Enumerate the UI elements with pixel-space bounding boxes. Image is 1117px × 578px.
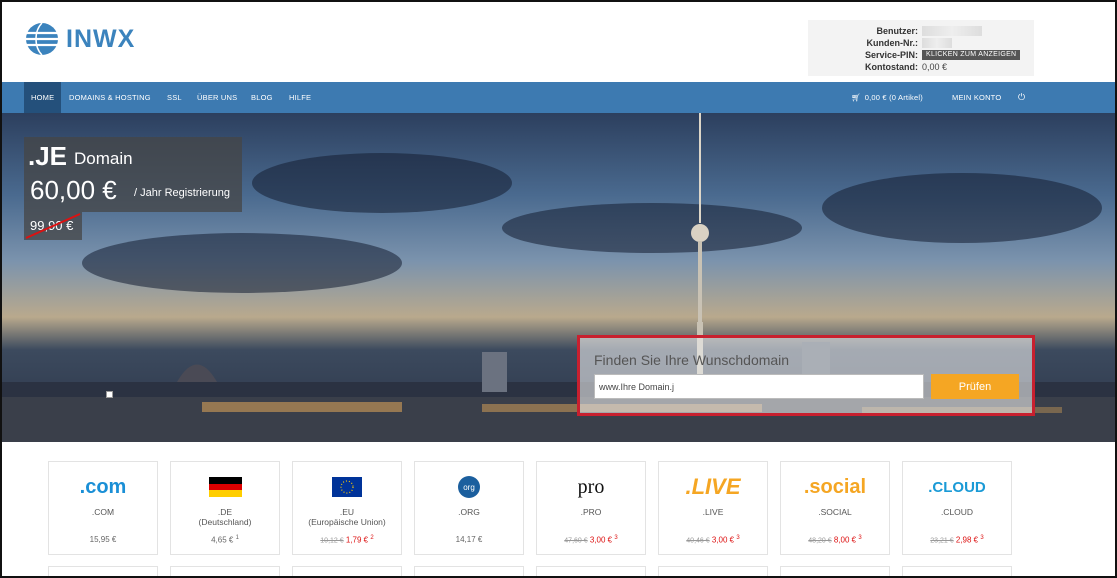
promo-period: / Jahr Registrierung — [134, 187, 230, 199]
tld-name: .LIVE — [702, 507, 724, 517]
footnote: 3 — [858, 535, 862, 541]
tld-card-live[interactable]: .LIVE .LIVE 40,46 € 3,00 € 3 — [658, 461, 768, 555]
live-logo-text: .LIVE — [685, 474, 741, 499]
nav-domains-hosting[interactable]: DOMAINS & HOSTING — [69, 82, 151, 113]
check-domain-button[interactable]: Prüfen — [931, 374, 1019, 399]
footnote: 3 — [980, 535, 984, 541]
tv-tower — [691, 113, 709, 343]
promo-box[interactable]: .JE Domain 60,00 € / Jahr Registrierung — [24, 137, 242, 212]
account-info: Benutzer: Kunden-Nr.: Service-PIN: KLICK… — [808, 20, 1034, 76]
footnote: 3 — [614, 535, 618, 541]
site-header: INWX Benutzer: Kunden-Nr.: Service-PIN: … — [2, 2, 1115, 82]
balance-value: 0,00 € — [922, 62, 948, 72]
tld-name: .EU — [339, 507, 355, 517]
customer-number-blurred — [922, 38, 952, 48]
show-pin-button[interactable]: KLICKEN ZUM ANZEIGEN — [922, 50, 1021, 60]
next-row-cards — [48, 566, 1068, 576]
tld-card-pro[interactable]: pro .PRO 47,60 € 3,00 € 3 — [536, 461, 646, 555]
social-logo-text: .social — [803, 475, 867, 498]
tld-card-org[interactable]: org .ORG 14,17 € — [414, 461, 524, 555]
nav-ssl[interactable]: SSL — [167, 82, 182, 113]
live-logo-icon: .LIVE — [659, 472, 767, 502]
search-title: Finden Sie Ihre Wunschdomain — [594, 352, 790, 368]
user-value-blurred — [922, 26, 982, 36]
domain-search-input[interactable] — [594, 374, 924, 399]
power-icon[interactable]: ⏻ — [1018, 82, 1025, 113]
tld-subname: (Deutschland) — [198, 517, 252, 527]
cart-link[interactable]: 🛒︎ 0,00 € (0 Artikel) — [851, 82, 923, 113]
old-price: 47,60 € — [564, 537, 588, 545]
cart-icon: 🛒︎ — [851, 93, 861, 102]
org-logo-icon: org — [415, 472, 523, 502]
slider-pagination — [106, 391, 113, 398]
tld-card-com[interactable]: .com .COM 15,95 € — [48, 461, 158, 555]
footnote: 3 — [736, 535, 740, 541]
tld-cards: .com .COM 15,95 € .DE (Deutschland) 4,65 … — [48, 461, 1068, 556]
tld-name: .PRO — [580, 507, 602, 517]
german-flag-icon — [171, 472, 279, 502]
domain-search-box: Finden Sie Ihre Wunschdomain Prüfen — [577, 335, 1035, 416]
my-account-link[interactable]: MEIN KONTO — [952, 82, 1001, 113]
user-label: Benutzer: — [876, 26, 918, 36]
tld-price: 2,98 € — [955, 535, 979, 545]
nav-blog[interactable]: BLOG — [251, 82, 273, 113]
nav-help[interactable]: HILFE — [289, 82, 311, 113]
promo-tld: .JE — [28, 141, 68, 171]
tld-price: 3,00 € — [589, 535, 613, 545]
main-nav: HOME DOMAINS & HOSTING SSL ÜBER UNS BLOG… — [2, 82, 1115, 113]
svg-text:org: org — [463, 483, 475, 492]
balance-label: Kontostand: — [865, 62, 918, 72]
eu-flag-icon — [293, 472, 401, 502]
tld-card-de[interactable]: .DE (Deutschland) 4,65 € 1 — [170, 461, 280, 555]
tld-price: 1,79 € — [345, 535, 369, 545]
tld-subname: (Europäische Union) — [308, 517, 386, 527]
cloud-logo-icon: .CLOUD — [903, 472, 1011, 502]
cart-label: 0,00 € (0 Artikel) — [864, 93, 923, 102]
pro-logo-text: pro — [577, 475, 605, 498]
nav-about[interactable]: ÜBER UNS — [197, 82, 237, 113]
promo-price: 60,00 € — [30, 175, 117, 205]
promo-old-price: 99,90 € — [24, 212, 82, 240]
old-price: 40,46 € — [686, 537, 710, 545]
cloud-logo-text: .CLOUD — [928, 478, 986, 496]
old-price: 23,21 € — [930, 537, 954, 545]
com-logo-icon: .com — [49, 472, 157, 502]
tld-price: 4,65 € — [211, 535, 234, 545]
old-price: 10,12 € — [320, 537, 344, 545]
nav-home[interactable]: HOME — [24, 82, 62, 113]
service-pin-label: Service-PIN: — [864, 50, 918, 60]
site-logo[interactable]: INWX — [24, 16, 154, 62]
tld-card-eu[interactable]: .EU (Europäische Union) 10,12 € 1,79 € 2 — [292, 461, 402, 555]
globe-icon — [26, 22, 58, 56]
tld-name: .CLOUD — [940, 507, 974, 517]
browser-frame: INWX Benutzer: Kunden-Nr.: Service-PIN: … — [0, 0, 1117, 578]
pro-logo-icon: pro — [537, 472, 645, 502]
tld-name: .SOCIAL — [818, 507, 852, 517]
tld-name: .DE — [217, 507, 233, 517]
tld-price: 15,95 € — [89, 535, 117, 544]
strikethrough-icon — [25, 213, 81, 239]
tld-card-social[interactable]: .social .SOCIAL 48,20 € 8,00 € 3 — [780, 461, 890, 555]
tld-price: 8,00 € — [833, 535, 857, 545]
customer-number-label: Kunden-Nr.: — [866, 38, 919, 48]
com-logo-text: .com — [79, 475, 127, 498]
footnote: 2 — [370, 535, 374, 541]
logo-text: INWX — [66, 24, 136, 53]
old-price: 48,20 € — [808, 537, 832, 545]
social-logo-icon: .social — [781, 472, 889, 502]
tld-price: 3,00 € — [711, 535, 735, 545]
footnote: 1 — [235, 535, 239, 541]
tld-name: .ORG — [458, 507, 480, 517]
tld-price: 14,17 € — [455, 535, 483, 544]
hero-banner: .JE Domain 60,00 € / Jahr Registrierung … — [2, 113, 1115, 442]
promo-domain-label: Domain — [74, 149, 133, 168]
tld-name: .COM — [91, 507, 115, 517]
tld-card-cloud[interactable]: .CLOUD .CLOUD 23,21 € 2,98 € 3 — [902, 461, 1012, 555]
slider-dot[interactable] — [106, 391, 113, 398]
